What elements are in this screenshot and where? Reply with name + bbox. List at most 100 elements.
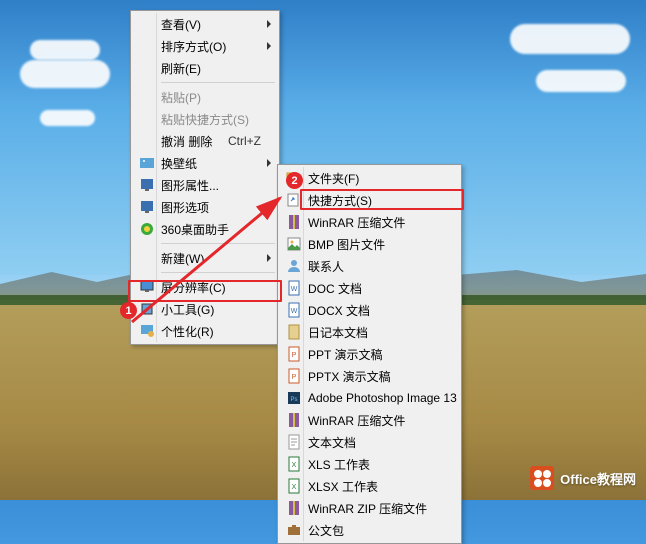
menu-item-label: 排序方式(O): [161, 38, 226, 55]
menu1-item[interactable]: 新建(W): [133, 247, 277, 269]
svg-text:P: P: [292, 374, 297, 381]
menu-item-label: DOC 文档: [308, 280, 362, 297]
gfx-opts-icon: [139, 199, 155, 215]
desktop-context-menu[interactable]: 查看(V) 排序方式(O) 刷新(E) 粘贴(P) 粘贴快捷方式(S) 撤消 删除Ctrl…: [130, 10, 280, 345]
cloud: [30, 40, 100, 60]
menu-item-label: 联系人: [308, 258, 344, 275]
menu2-item[interactable]: 公文包: [280, 519, 459, 541]
svg-text:P: P: [292, 352, 297, 359]
watermark-text: Office教程网: [560, 469, 636, 488]
gadget-icon: [139, 301, 155, 317]
pptx-icon: P: [286, 368, 302, 384]
menu-separator: [161, 243, 275, 244]
cloud: [40, 110, 95, 126]
menu-item-label: 文本文档: [308, 434, 356, 451]
svg-text:W: W: [291, 308, 298, 315]
menu2-item[interactable]: PPPT 演示文稿: [280, 343, 459, 365]
psd-icon: Ps: [286, 390, 302, 406]
menu1-item[interactable]: 刷新(E): [133, 57, 277, 79]
xls-icon: X: [286, 456, 302, 472]
menu-item-label: 粘贴(P): [161, 89, 201, 106]
menu2-item[interactable]: W DOC 文档: [280, 277, 459, 299]
office-logo-icon: [530, 466, 554, 490]
menu2-item[interactable]: WinRAR 压缩文件: [280, 211, 459, 233]
svg-text:X: X: [292, 484, 297, 491]
menu-item-label: 粘贴快捷方式(S): [161, 111, 249, 128]
menu-item-label: 新建(W): [161, 250, 204, 267]
menu-item-label: 屏分辨率(C): [161, 279, 226, 296]
doc-icon: W: [286, 280, 302, 296]
menu-item-label: 360桌面助手: [161, 221, 229, 238]
menu1-item: 粘贴快捷方式(S): [133, 108, 277, 130]
menu1-item[interactable]: 360桌面助手: [133, 218, 277, 240]
menu2-item[interactable]: 联系人: [280, 255, 459, 277]
menu-item-label: PPTX 演示文稿: [308, 368, 391, 385]
menu1-item[interactable]: 图形选项: [133, 196, 277, 218]
menu-item-label: 公文包: [308, 522, 344, 539]
journal-icon: [286, 324, 302, 340]
submenu-arrow-icon: [267, 203, 271, 211]
menu-item-label: 图形选项: [161, 199, 209, 216]
svg-text:X: X: [292, 462, 297, 469]
menu-item-label: WinRAR 压缩文件: [308, 214, 405, 231]
menu2-item[interactable]: WinRAR 压缩文件: [280, 409, 459, 431]
menu2-item[interactable]: 文本文档: [280, 431, 459, 453]
menu2-item[interactable]: 日记本文档: [280, 321, 459, 343]
svg-text:W: W: [291, 286, 298, 293]
cloud: [20, 60, 110, 88]
submenu-arrow-icon: [267, 20, 271, 28]
menu-item-label: DOCX 文档: [308, 302, 370, 319]
menu2-item[interactable]: W DOCX 文档: [280, 299, 459, 321]
menu-item-label: 日记本文档: [308, 324, 368, 341]
menu2-item[interactable]: 文件夹(F): [280, 167, 459, 189]
menu1-item: 粘贴(P): [133, 86, 277, 108]
annotation-badge-2: 2: [286, 172, 303, 189]
menu1-item[interactable]: 个性化(R): [133, 320, 277, 342]
menu1-item[interactable]: 换壁纸: [133, 152, 277, 174]
submenu-arrow-icon: [267, 42, 271, 50]
docx-icon: W: [286, 302, 302, 318]
menu1-item[interactable]: 屏分辨率(C): [133, 276, 277, 298]
shortcut-icon: [286, 192, 302, 208]
briefcase-icon: [286, 522, 302, 538]
menu1-item[interactable]: 查看(V): [133, 13, 277, 35]
menu-shortcut: Ctrl+Z: [228, 134, 261, 148]
menu2-item[interactable]: BMP 图片文件: [280, 233, 459, 255]
menu1-item[interactable]: 撤消 删除Ctrl+Z: [133, 130, 277, 152]
menu2-item[interactable]: WinRAR ZIP 压缩文件: [280, 497, 459, 519]
menu1-item[interactable]: 小工具(G): [133, 298, 277, 320]
annotation-badge-1: 1: [120, 302, 137, 319]
menu-item-label: 文件夹(F): [308, 170, 359, 187]
menu-item-label: 查看(V): [161, 16, 201, 33]
menu-item-label: XLSX 工作表: [308, 478, 378, 495]
cloud: [536, 70, 626, 92]
menu1-item[interactable]: 图形属性...: [133, 174, 277, 196]
menu-separator: [161, 272, 275, 273]
menu2-item[interactable]: X XLS 工作表: [280, 453, 459, 475]
zip-icon: [286, 500, 302, 516]
monitor-icon: [139, 279, 155, 295]
watermark-logo: Office教程网: [530, 466, 636, 490]
menu-item-label: BMP 图片文件: [308, 236, 385, 253]
menu-item-label: 个性化(R): [161, 323, 214, 340]
submenu-arrow-icon: [267, 159, 271, 167]
menu2-item[interactable]: P PPTX 演示文稿: [280, 365, 459, 387]
menu-item-label: WinRAR ZIP 压缩文件: [308, 500, 427, 517]
contact-icon: [286, 258, 302, 274]
gfx-props-icon: [139, 177, 155, 193]
txt-icon: [286, 434, 302, 450]
bmp-icon: [286, 236, 302, 252]
360-icon: [139, 221, 155, 237]
cloud: [510, 24, 630, 54]
menu-item-label: 小工具(G): [161, 301, 214, 318]
menu-item-label: Adobe Photoshop Image 13: [308, 391, 457, 405]
menu2-item[interactable]: 快捷方式(S): [280, 189, 459, 211]
menu-item-label: XLS 工作表: [308, 456, 370, 473]
menu1-item[interactable]: 排序方式(O): [133, 35, 277, 57]
new-submenu[interactable]: 文件夹(F) 快捷方式(S) WinRAR 压缩文件 BMP 图片文件联系人 W DOC …: [277, 164, 462, 544]
ppt-icon: P: [286, 346, 302, 362]
wallpaper-icon: [139, 155, 155, 171]
xlsx-icon: X: [286, 478, 302, 494]
menu2-item[interactable]: Ps Adobe Photoshop Image 13: [280, 387, 459, 409]
menu2-item[interactable]: X XLSX 工作表: [280, 475, 459, 497]
